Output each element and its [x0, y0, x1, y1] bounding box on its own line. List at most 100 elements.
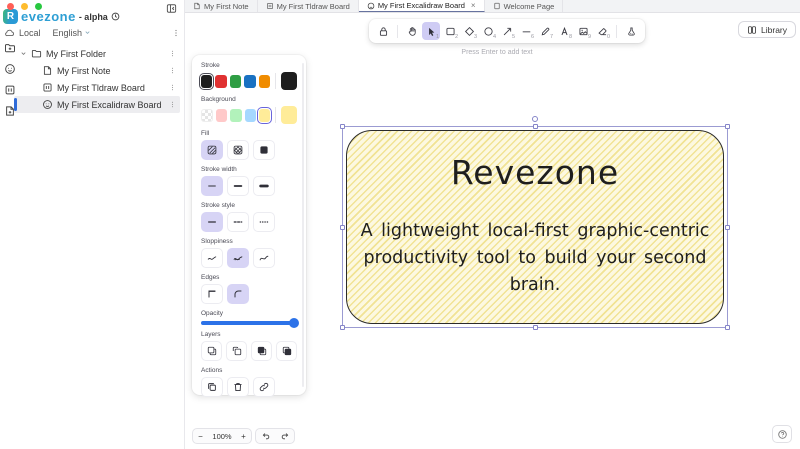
collapse-sidebar-button[interactable] [164, 2, 178, 14]
tab-welcome-page[interactable]: Welcome Page [485, 0, 564, 12]
send-backward-button[interactable] [226, 341, 247, 361]
resize-handle-right-mid[interactable] [725, 225, 730, 230]
close-tab-button[interactable]: × [471, 1, 476, 10]
bold-line-icon [233, 185, 243, 187]
bring-to-front-button[interactable] [276, 341, 297, 361]
close-window-button[interactable] [7, 3, 14, 10]
stroke-style-solid-button[interactable] [201, 212, 223, 232]
sloppiness-cartoonist-button[interactable] [253, 248, 275, 268]
storage-mode-label[interactable]: Local [19, 28, 41, 38]
rectangle-tool-button[interactable]: 2 [441, 22, 459, 40]
stroke-width-bold-button[interactable] [227, 176, 249, 196]
opacity-slider[interactable] [201, 318, 299, 328]
extrabold-line-icon [259, 184, 269, 188]
duplicate-button[interactable] [201, 377, 223, 397]
lock-tool-button[interactable] [374, 22, 392, 40]
architect-icon [207, 256, 217, 260]
library-button[interactable]: Library [738, 21, 796, 38]
background-color-green[interactable] [230, 108, 242, 122]
background-color-pink[interactable] [215, 108, 228, 122]
edges-sharp-button[interactable] [201, 284, 223, 304]
folder-expand-chevron-icon[interactable] [20, 50, 27, 57]
arrow-tool-button[interactable]: 5 [498, 22, 516, 40]
panel-scrollbar[interactable] [302, 63, 304, 387]
resize-handle-bottom-mid[interactable] [533, 325, 538, 330]
zoom-in-button[interactable]: + [236, 432, 251, 441]
background-color-transparent[interactable] [201, 108, 213, 122]
minimize-window-button[interactable] [21, 3, 28, 10]
tree-item-tldraw-board[interactable]: My First Tldraw Board [14, 79, 180, 96]
stroke-width-thin-button[interactable] [201, 176, 223, 196]
tree-item-note[interactable]: My First Note [14, 62, 180, 79]
help-button[interactable] [772, 425, 792, 443]
excalidraw-canvas[interactable]: 1 2 3 4 5 6 7 8 9 0 Library Press Enter … [185, 13, 800, 449]
draw-tool-button[interactable]: 7 [536, 22, 554, 40]
tab-my-first-tldraw-board[interactable]: My First Tldraw Board [258, 0, 359, 12]
stroke-style-dotted-button[interactable] [253, 212, 275, 232]
more-tools-button[interactable] [622, 22, 640, 40]
fill-solid-button[interactable] [253, 140, 275, 160]
swatch-divider [275, 73, 277, 89]
section-label: Stroke style [201, 202, 235, 209]
panel-collapse-icon [166, 3, 177, 14]
zoom-window-button[interactable] [35, 3, 42, 10]
item-menu-button[interactable] [169, 67, 176, 74]
resize-handle-bottom-left[interactable] [340, 325, 345, 330]
more-tools-icon [627, 27, 635, 35]
resize-handle-bottom-right[interactable] [725, 325, 730, 330]
create-link-button[interactable] [253, 377, 275, 397]
tree-item-excalidraw-board[interactable]: My First Excalidraw Board [14, 96, 180, 113]
tab-my-first-note[interactable]: My First Note [185, 0, 258, 12]
text-tool-button[interactable]: 8 [555, 22, 573, 40]
stroke-style-dashed-button[interactable] [227, 212, 249, 232]
send-to-back-button[interactable] [201, 341, 222, 361]
hand-tool-button[interactable] [403, 22, 421, 40]
selection-tool-button[interactable]: 1 [422, 22, 440, 40]
stroke-color-red[interactable] [215, 74, 227, 88]
fill-cross-hatch-button[interactable] [227, 140, 249, 160]
line-tool-button[interactable]: 6 [517, 22, 535, 40]
delete-button[interactable] [227, 377, 249, 397]
redo-button[interactable] [275, 429, 294, 443]
stroke-color-blue[interactable] [244, 74, 256, 88]
language-select[interactable]: English [53, 28, 92, 38]
item-menu-button[interactable] [169, 101, 176, 108]
diamond-tool-button[interactable]: 3 [460, 22, 478, 40]
rotate-handle[interactable] [532, 116, 538, 122]
tab-my-first-excalidraw-board[interactable]: My First Excalidraw Board × [358, 0, 485, 12]
app-name: evezone [21, 9, 76, 24]
shape-title-text[interactable]: Revezone [451, 153, 619, 192]
resize-handle-top-left[interactable] [340, 124, 345, 129]
resize-handle-top-mid[interactable] [533, 124, 538, 129]
current-background-color[interactable] [281, 106, 298, 124]
sidebar-menu-button[interactable] [172, 29, 180, 37]
toolbar-divider [616, 24, 617, 38]
undo-button[interactable] [256, 429, 275, 443]
zoom-out-button[interactable]: − [193, 432, 208, 441]
background-color-yellow[interactable] [258, 108, 271, 122]
excalidraw-rectangle-element[interactable]: Revezone A lightweight local-first graph… [346, 130, 724, 324]
resize-handle-top-right[interactable] [725, 124, 730, 129]
bring-forward-button[interactable] [251, 341, 272, 361]
item-menu-button[interactable] [169, 84, 176, 91]
sloppiness-architect-button[interactable] [201, 248, 223, 268]
tab-bar: My First Note My First Tldraw Board My F… [185, 0, 800, 13]
stroke-width-extrabold-button[interactable] [253, 176, 275, 196]
stroke-color-orange[interactable] [258, 74, 271, 88]
stroke-color-green[interactable] [229, 74, 242, 88]
sloppiness-artist-button[interactable] [227, 248, 249, 268]
current-stroke-color[interactable] [281, 72, 297, 90]
zoom-level-value[interactable]: 100% [208, 432, 236, 441]
edges-round-button[interactable] [227, 284, 249, 304]
shape-description-text[interactable]: A lightweight local-first graphic-centri… [359, 218, 711, 299]
stroke-color-black[interactable] [201, 74, 213, 88]
tree-item-folder[interactable]: My First Folder [14, 45, 180, 62]
fill-hachure-button[interactable] [201, 140, 223, 160]
eraser-tool-button[interactable]: 0 [593, 22, 611, 40]
ellipse-tool-button[interactable]: 4 [479, 22, 497, 40]
image-tool-button[interactable]: 9 [574, 22, 592, 40]
item-menu-button[interactable] [169, 50, 176, 57]
resize-handle-left-mid[interactable] [340, 225, 345, 230]
opacity-slider-knob[interactable] [289, 318, 299, 328]
background-color-blue[interactable] [244, 108, 256, 122]
